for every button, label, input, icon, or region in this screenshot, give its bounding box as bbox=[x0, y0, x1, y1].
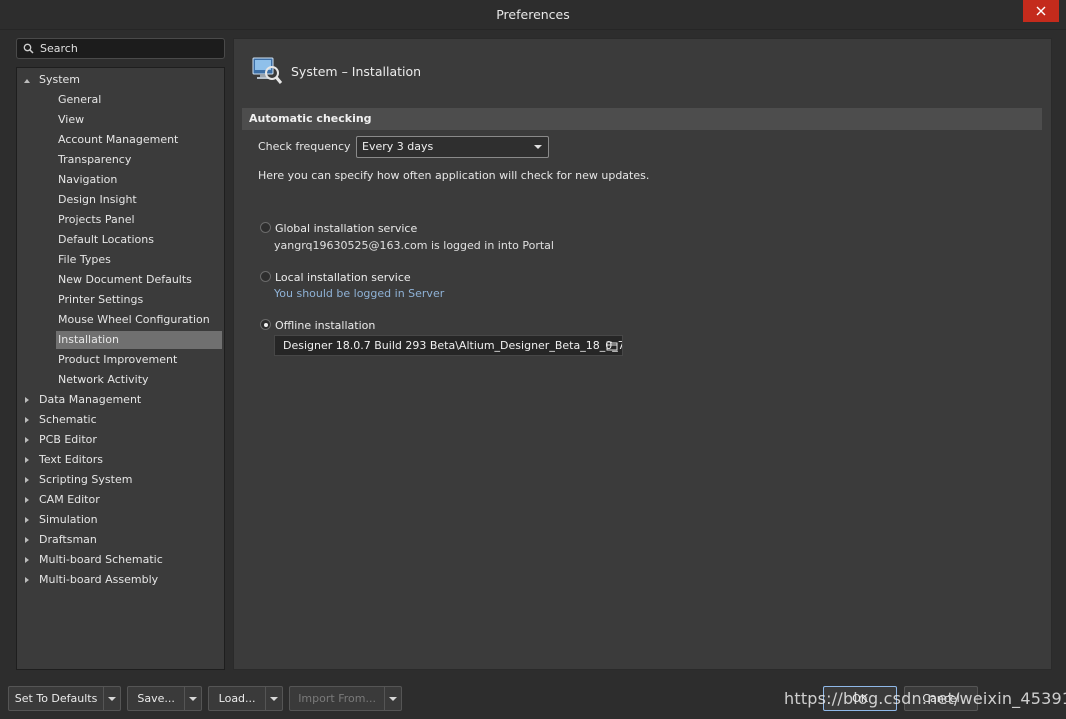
load-button[interactable]: Load... bbox=[208, 686, 283, 711]
offline-path-value: Designer 18.0.7 Build 293 Beta\Altium_De… bbox=[283, 339, 623, 352]
preferences-tree: System General View Account Management T… bbox=[16, 67, 225, 670]
tree-item-text-editors[interactable]: Text Editors bbox=[17, 450, 224, 470]
expand-arrow-icon[interactable] bbox=[25, 437, 29, 443]
collapse-arrow-icon[interactable] bbox=[24, 79, 30, 83]
search-icon bbox=[23, 43, 34, 54]
section-header-automatic-checking: Automatic checking bbox=[242, 108, 1042, 130]
global-login-status: yangrq19630525@163.com is logged in into… bbox=[274, 239, 554, 252]
frequency-hint: Here you can specify how often applicati… bbox=[258, 169, 650, 182]
save-label: Save... bbox=[128, 687, 186, 710]
check-frequency-value: Every 3 days bbox=[362, 140, 434, 153]
local-installation-label: Local installation service bbox=[275, 271, 411, 284]
offline-installation-label: Offline installation bbox=[275, 319, 376, 332]
check-frequency-select[interactable]: Every 3 days bbox=[356, 136, 549, 158]
tree-item-pcb-editor[interactable]: PCB Editor bbox=[17, 430, 224, 450]
tree-item-system[interactable]: System bbox=[17, 70, 224, 90]
tree-item-mouse-wheel-configuration[interactable]: Mouse Wheel Configuration bbox=[17, 310, 224, 330]
search-box[interactable] bbox=[16, 38, 225, 59]
set-to-defaults-dropdown-icon[interactable] bbox=[104, 687, 120, 710]
expand-arrow-icon[interactable] bbox=[25, 477, 29, 483]
tree-item-navigation[interactable]: Navigation bbox=[17, 170, 224, 190]
tree-item-data-management[interactable]: Data Management bbox=[17, 390, 224, 410]
tree-item-product-improvement[interactable]: Product Improvement bbox=[17, 350, 224, 370]
close-button[interactable] bbox=[1023, 0, 1059, 22]
tree-item-scripting-system[interactable]: Scripting System bbox=[17, 470, 224, 490]
page-title: System – Installation bbox=[291, 64, 422, 79]
tree-item-network-activity[interactable]: Network Activity bbox=[17, 370, 224, 390]
tree-item-multi-board-assembly[interactable]: Multi-board Assembly bbox=[17, 570, 224, 590]
expand-arrow-icon[interactable] bbox=[25, 397, 29, 403]
import-from-button[interactable]: Import From... bbox=[289, 686, 402, 711]
offline-installation-radio[interactable] bbox=[260, 319, 271, 330]
save-button[interactable]: Save... bbox=[127, 686, 202, 711]
tree-item-view[interactable]: View bbox=[17, 110, 224, 130]
global-installation-label: Global installation service bbox=[275, 222, 418, 235]
local-login-link[interactable]: You should be logged in Server bbox=[274, 287, 444, 300]
title-bar: Preferences bbox=[0, 0, 1066, 30]
import-from-dropdown-icon[interactable] bbox=[385, 687, 401, 710]
settings-panel: System – Installation Automatic checking… bbox=[233, 38, 1052, 670]
tree-item-new-document-defaults[interactable]: New Document Defaults bbox=[17, 270, 224, 290]
tree-item-projects-panel[interactable]: Projects Panel bbox=[17, 210, 224, 230]
expand-arrow-icon[interactable] bbox=[25, 537, 29, 543]
watermark-text: https://blog.csdn.net/weixin_45391118 bbox=[784, 689, 1066, 708]
expand-arrow-icon[interactable] bbox=[25, 497, 29, 503]
tree-item-multi-board-schematic[interactable]: Multi-board Schematic bbox=[17, 550, 224, 570]
expand-arrow-icon[interactable] bbox=[25, 577, 29, 583]
save-dropdown-icon[interactable] bbox=[185, 687, 201, 710]
tree-item-draftsman[interactable]: Draftsman bbox=[17, 530, 224, 550]
offline-path-field[interactable]: Designer 18.0.7 Build 293 Beta\Altium_De… bbox=[274, 335, 623, 356]
local-installation-radio[interactable] bbox=[260, 271, 271, 282]
tree-item-design-insight[interactable]: Design Insight bbox=[17, 190, 224, 210]
close-icon bbox=[1036, 6, 1046, 16]
installation-page-icon bbox=[252, 57, 283, 84]
tree-item-simulation[interactable]: Simulation bbox=[17, 510, 224, 530]
check-frequency-label: Check frequency bbox=[258, 140, 351, 153]
tree-item-cam-editor[interactable]: CAM Editor bbox=[17, 490, 224, 510]
tree-item-installation[interactable]: Installation bbox=[17, 330, 224, 350]
folder-open-icon[interactable] bbox=[606, 340, 618, 351]
tree-item-general[interactable]: General bbox=[17, 90, 224, 110]
set-to-defaults-button[interactable]: Set To Defaults bbox=[8, 686, 121, 711]
global-installation-radio[interactable] bbox=[260, 222, 271, 233]
dropdown-caret-icon bbox=[534, 145, 542, 149]
expand-arrow-icon[interactable] bbox=[25, 417, 29, 423]
expand-arrow-icon[interactable] bbox=[25, 457, 29, 463]
tree-item-default-locations[interactable]: Default Locations bbox=[17, 230, 224, 250]
window-title: Preferences bbox=[496, 7, 570, 22]
load-label: Load... bbox=[209, 687, 267, 710]
tree-item-account-management[interactable]: Account Management bbox=[17, 130, 224, 150]
tree-item-transparency[interactable]: Transparency bbox=[17, 150, 224, 170]
tree-item-printer-settings[interactable]: Printer Settings bbox=[17, 290, 224, 310]
expand-arrow-icon[interactable] bbox=[25, 517, 29, 523]
tree-item-schematic[interactable]: Schematic bbox=[17, 410, 224, 430]
import-from-label: Import From... bbox=[290, 687, 386, 710]
search-input[interactable] bbox=[40, 42, 210, 55]
set-to-defaults-label: Set To Defaults bbox=[9, 687, 105, 710]
load-dropdown-icon[interactable] bbox=[266, 687, 282, 710]
tree-item-file-types[interactable]: File Types bbox=[17, 250, 224, 270]
expand-arrow-icon[interactable] bbox=[25, 557, 29, 563]
